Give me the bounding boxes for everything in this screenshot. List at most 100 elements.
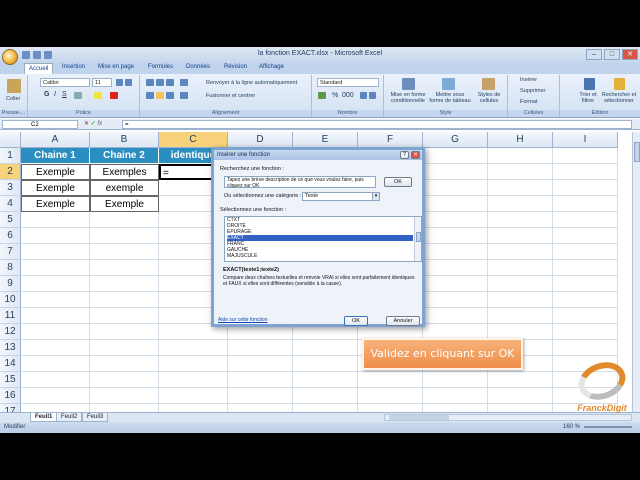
cell-i12[interactable] <box>553 324 618 340</box>
cell-g6[interactable] <box>423 228 488 244</box>
search-ok-button[interactable]: OK <box>384 177 412 187</box>
fill-color-icon[interactable] <box>94 92 102 99</box>
cell-h10[interactable] <box>488 292 553 308</box>
cell-g10[interactable] <box>423 292 488 308</box>
cell-b9[interactable] <box>90 276 159 292</box>
tab-revision[interactable]: Révision <box>224 64 247 70</box>
function-item[interactable]: MAJUSCULE <box>227 253 413 259</box>
help-icon[interactable]: ? <box>400 151 409 159</box>
cell-c16[interactable] <box>159 388 228 404</box>
underline-icon[interactable]: S <box>62 91 67 98</box>
align-top-icon[interactable] <box>146 79 154 86</box>
cell-b5[interactable] <box>90 212 159 228</box>
formula-input[interactable]: = <box>122 120 632 129</box>
row-header-10[interactable]: 10 <box>0 292 21 308</box>
cell-c13[interactable] <box>159 340 228 356</box>
align-bottom-icon[interactable] <box>166 79 174 86</box>
cell-a11[interactable] <box>21 308 90 324</box>
delete-cells-button[interactable]: Supprimer <box>520 88 545 94</box>
zoom-level[interactable]: 160 % <box>563 422 580 433</box>
row-header-1[interactable]: 1 <box>0 148 21 164</box>
cell-h2[interactable] <box>488 164 553 180</box>
function-list[interactable]: CTXT DROITE EPURAGE EXACT FRANC GAUCHE M… <box>224 216 422 262</box>
format-cells-button[interactable]: Format <box>520 99 537 105</box>
cell-b16[interactable] <box>90 388 159 404</box>
fx-icon[interactable]: ✕ ✓ fx <box>84 120 102 127</box>
italic-icon[interactable]: I <box>54 91 56 98</box>
cell-i10[interactable] <box>553 292 618 308</box>
office-button[interactable] <box>2 49 18 65</box>
cell-h4[interactable] <box>488 196 553 212</box>
percent-icon[interactable]: % <box>332 92 338 99</box>
cell-b15[interactable] <box>90 372 159 388</box>
cell-styles-icon[interactable] <box>482 78 495 90</box>
cell-h16[interactable] <box>488 388 553 404</box>
row-header-15[interactable]: 15 <box>0 372 21 388</box>
table-format-icon[interactable] <box>442 78 455 90</box>
zoom-slider[interactable] <box>584 426 632 428</box>
column-header-f[interactable]: F <box>358 132 423 148</box>
cell-b13[interactable] <box>90 340 159 356</box>
cell-a16[interactable] <box>21 388 90 404</box>
row-header-5[interactable]: 5 <box>0 212 21 228</box>
cell-a6[interactable] <box>21 228 90 244</box>
cell-h5[interactable] <box>488 212 553 228</box>
cell-g5[interactable] <box>423 212 488 228</box>
align-middle-icon[interactable] <box>156 79 164 86</box>
paste-icon[interactable] <box>7 79 21 93</box>
cell-c14[interactable] <box>159 356 228 372</box>
cell-g11[interactable] <box>423 308 488 324</box>
row-header-9[interactable]: 9 <box>0 276 21 292</box>
shrink-font-icon[interactable] <box>125 79 132 86</box>
cell-g2[interactable] <box>423 164 488 180</box>
cell-e14[interactable] <box>293 356 358 372</box>
cell-g4[interactable] <box>423 196 488 212</box>
cell-h8[interactable] <box>488 260 553 276</box>
column-header-h[interactable]: H <box>488 132 553 148</box>
row-header-3[interactable]: 3 <box>0 180 21 196</box>
cell-e13[interactable] <box>293 340 358 356</box>
maximize-button[interactable]: □ <box>604 49 620 60</box>
orientation-icon[interactable] <box>180 79 188 86</box>
insert-cells-button[interactable]: Insérer <box>520 77 537 83</box>
row-header-13[interactable]: 13 <box>0 340 21 356</box>
cell-c15[interactable] <box>159 372 228 388</box>
cell-b2[interactable]: Exemples <box>90 164 159 180</box>
decrease-decimal-icon[interactable] <box>369 92 376 99</box>
tab-formules[interactable]: Formules <box>148 64 173 70</box>
row-header-2[interactable]: 2 <box>0 164 21 180</box>
cell-a9[interactable] <box>21 276 90 292</box>
cell-g9[interactable] <box>423 276 488 292</box>
column-header-b[interactable]: B <box>90 132 159 148</box>
conditional-format-icon[interactable] <box>402 78 415 90</box>
dialog-close-icon[interactable]: ✕ <box>411 151 420 159</box>
cell-a10[interactable] <box>21 292 90 308</box>
name-box[interactable]: C2 <box>2 120 78 129</box>
column-header-i[interactable]: I <box>553 132 618 148</box>
cell-i3[interactable] <box>553 180 618 196</box>
column-header-a[interactable]: A <box>21 132 90 148</box>
find-select-button[interactable]: Rechercher et sélectionner <box>600 92 638 104</box>
indent-icon[interactable] <box>180 92 188 99</box>
horizontal-scroll-thumb[interactable] <box>389 415 449 420</box>
grow-font-icon[interactable] <box>116 79 123 86</box>
cell-g16[interactable] <box>423 388 488 404</box>
cell-i4[interactable] <box>553 196 618 212</box>
bold-icon[interactable]: G <box>44 91 49 98</box>
cell-h7[interactable] <box>488 244 553 260</box>
cancel-button[interactable]: Annuler <box>386 316 420 326</box>
cell-i5[interactable] <box>553 212 618 228</box>
sheet-tab-feuil3[interactable]: Feuil3 <box>82 413 109 422</box>
cell-d15[interactable] <box>228 372 293 388</box>
cell-h15[interactable] <box>488 372 553 388</box>
cell-i7[interactable] <box>553 244 618 260</box>
cell-g1[interactable] <box>423 148 488 164</box>
close-button[interactable]: ✕ <box>622 49 638 60</box>
row-header-11[interactable]: 11 <box>0 308 21 324</box>
row-header-14[interactable]: 14 <box>0 356 21 372</box>
row-header-12[interactable]: 12 <box>0 324 21 340</box>
cell-b7[interactable] <box>90 244 159 260</box>
cell-h3[interactable] <box>488 180 553 196</box>
column-header-e[interactable]: E <box>293 132 358 148</box>
column-header-c[interactable]: C <box>159 132 228 148</box>
